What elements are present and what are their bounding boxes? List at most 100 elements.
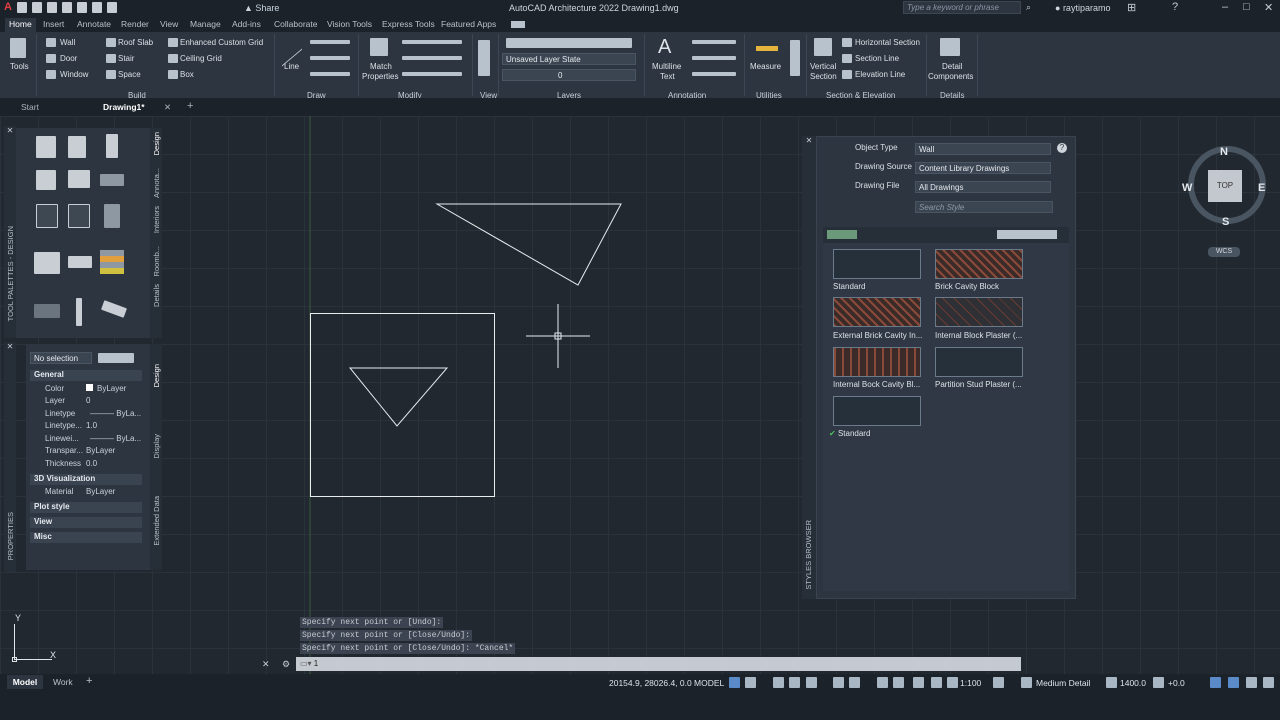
space-button[interactable]: Space — [118, 70, 141, 79]
style-thumbnail[interactable] — [833, 249, 921, 279]
compass-east[interactable]: E — [1258, 182, 1265, 194]
beam-tool-icon[interactable] — [101, 300, 127, 318]
close-icon[interactable]: ✕ — [4, 126, 16, 135]
door-tool-icon[interactable] — [106, 134, 118, 158]
new-tab-icon[interactable]: + — [187, 100, 193, 112]
style-thumbnail[interactable] — [833, 396, 921, 426]
cart-icon[interactable]: ⊞ — [1127, 1, 1136, 14]
style-label[interactable]: External Brick Cavity In... — [833, 331, 922, 340]
property-value[interactable]: ByLayer — [86, 487, 115, 496]
close-tab-icon[interactable]: ✕ — [164, 102, 171, 113]
selection-select[interactable]: No selection — [30, 352, 92, 364]
tools-icon[interactable] — [10, 38, 26, 58]
layer-tools-icons[interactable] — [506, 38, 632, 48]
layer-state-select[interactable]: Unsaved Layer State — [502, 53, 636, 65]
window-button[interactable]: Window — [60, 70, 88, 79]
close-icon[interactable]: ✕ — [4, 342, 16, 351]
ceiling-grid-button[interactable]: Ceiling Grid — [180, 54, 222, 63]
tab-work[interactable]: Work — [53, 677, 73, 687]
style-label[interactable]: Brick Cavity Block — [935, 282, 999, 291]
style-thumbnail[interactable] — [935, 347, 1023, 377]
object-snap-icon[interactable] — [849, 677, 860, 688]
measure-button[interactable]: Measure — [750, 62, 781, 71]
stair-button[interactable]: Stair — [118, 54, 134, 63]
polar-tracking-icon[interactable] — [789, 677, 800, 688]
railing-tool-icon[interactable] — [68, 170, 90, 188]
style-label[interactable]: Partition Stud Plaster (... — [935, 380, 1022, 389]
add-layout-icon[interactable]: + — [86, 675, 92, 687]
snap-mode-icon[interactable] — [745, 677, 756, 688]
circle-tools-icon[interactable] — [310, 56, 350, 60]
command-close-icon[interactable]: ✕ — [262, 659, 270, 670]
model-space-toggle[interactable]: MODEL — [694, 678, 724, 688]
close-icon[interactable]: ✕ — [1264, 1, 1273, 14]
transparency-icon[interactable] — [893, 677, 904, 688]
layer-select[interactable]: 0 — [502, 69, 636, 81]
help-icon[interactable]: ? — [1057, 143, 1067, 153]
compass-south[interactable]: S — [1222, 216, 1229, 228]
property-value[interactable]: ——— ByLa... — [90, 409, 141, 418]
opening-tool-icon[interactable] — [68, 204, 90, 228]
mass-element-tool-icon[interactable] — [34, 252, 60, 274]
detail-components-icon[interactable] — [940, 38, 960, 56]
close-icon[interactable]: ✕ — [802, 136, 816, 145]
annotation-scale-select[interactable]: 1:100 — [960, 678, 981, 688]
property-value[interactable]: 0 — [86, 396, 90, 405]
tab-display[interactable]: Display — [152, 434, 161, 459]
tab-home[interactable]: Home — [5, 18, 36, 32]
redo-icon[interactable] — [106, 2, 117, 13]
roof-slab-button[interactable]: Roof Slab — [118, 38, 153, 47]
display-configuration-select[interactable]: Medium Detail — [1036, 678, 1090, 688]
view-options-icons[interactable] — [997, 230, 1057, 239]
drawing-file-select[interactable]: All Drawings — [915, 181, 1051, 193]
property-value[interactable]: 1.0 — [86, 421, 97, 430]
share-button[interactable]: ▲ Share — [244, 3, 279, 13]
open-icon[interactable] — [31, 2, 42, 13]
property-value[interactable]: ByLayer — [86, 446, 115, 455]
save-icon[interactable] — [46, 2, 57, 13]
tab-featured-apps[interactable]: Featured Apps — [441, 19, 496, 29]
style-thumbnail[interactable] — [935, 249, 1023, 279]
viewcube-top-face[interactable]: TOP — [1208, 170, 1242, 202]
space-tool-icon[interactable] — [100, 250, 124, 274]
annotation-visibility-icon[interactable] — [913, 677, 924, 688]
grid-tool-icon[interactable] — [100, 174, 124, 186]
window-tool-icon[interactable] — [36, 170, 56, 190]
customize-icon[interactable]: ⚙ — [282, 659, 290, 670]
section-line-button[interactable]: Section Line — [855, 54, 899, 63]
structural-grid-tool-icon[interactable] — [34, 304, 60, 318]
surface-hatch-value[interactable]: +0.0 — [1168, 678, 1185, 688]
property-value[interactable]: ByLayer — [86, 384, 126, 393]
app-menu-icon[interactable]: A — [4, 2, 12, 13]
annotation-scale-icon[interactable] — [947, 677, 958, 688]
tab-express-tools[interactable]: Express Tools — [382, 19, 435, 29]
line-icon[interactable] — [282, 29, 302, 67]
copy-mirror-icons[interactable] — [402, 56, 462, 60]
customization-icon[interactable] — [1246, 677, 1257, 688]
compass-north[interactable]: N — [1220, 146, 1228, 158]
tab-drawing1[interactable]: Drawing1* — [103, 102, 145, 112]
restore-icon[interactable]: □ — [1243, 1, 1250, 13]
style-thumbnail[interactable] — [833, 347, 921, 377]
leader-icons[interactable] — [692, 56, 736, 60]
measure-icon[interactable] — [756, 46, 778, 51]
style-label[interactable]: Internal Bock Cavity Bl... — [833, 380, 920, 389]
tab-insert[interactable]: Insert — [43, 19, 64, 29]
table-icons[interactable] — [692, 72, 736, 76]
styles-action-icons[interactable] — [827, 230, 857, 239]
tab-render[interactable]: Render — [121, 19, 149, 29]
tab-model[interactable]: Model — [7, 675, 43, 689]
cut-plane-value[interactable]: 1400.0 — [1120, 678, 1146, 688]
tab-interiors[interactable]: Interiors — [152, 206, 161, 233]
isolate-objects-icon[interactable] — [1153, 677, 1164, 688]
tab-details[interactable]: Details — [152, 284, 161, 307]
search-icon[interactable]: ⌕ — [1026, 2, 1031, 13]
tab-addins[interactable]: Add-ins — [232, 19, 261, 29]
style-thumbnail[interactable] — [833, 297, 921, 327]
search-input[interactable]: Type a keyword or phrase — [903, 1, 1021, 14]
general-section-header[interactable]: General — [30, 370, 142, 381]
vertical-section-icon[interactable] — [814, 38, 832, 56]
style-thumbnail[interactable] — [935, 297, 1023, 327]
print-icon[interactable] — [76, 2, 87, 13]
line-button[interactable]: Line — [284, 62, 299, 71]
